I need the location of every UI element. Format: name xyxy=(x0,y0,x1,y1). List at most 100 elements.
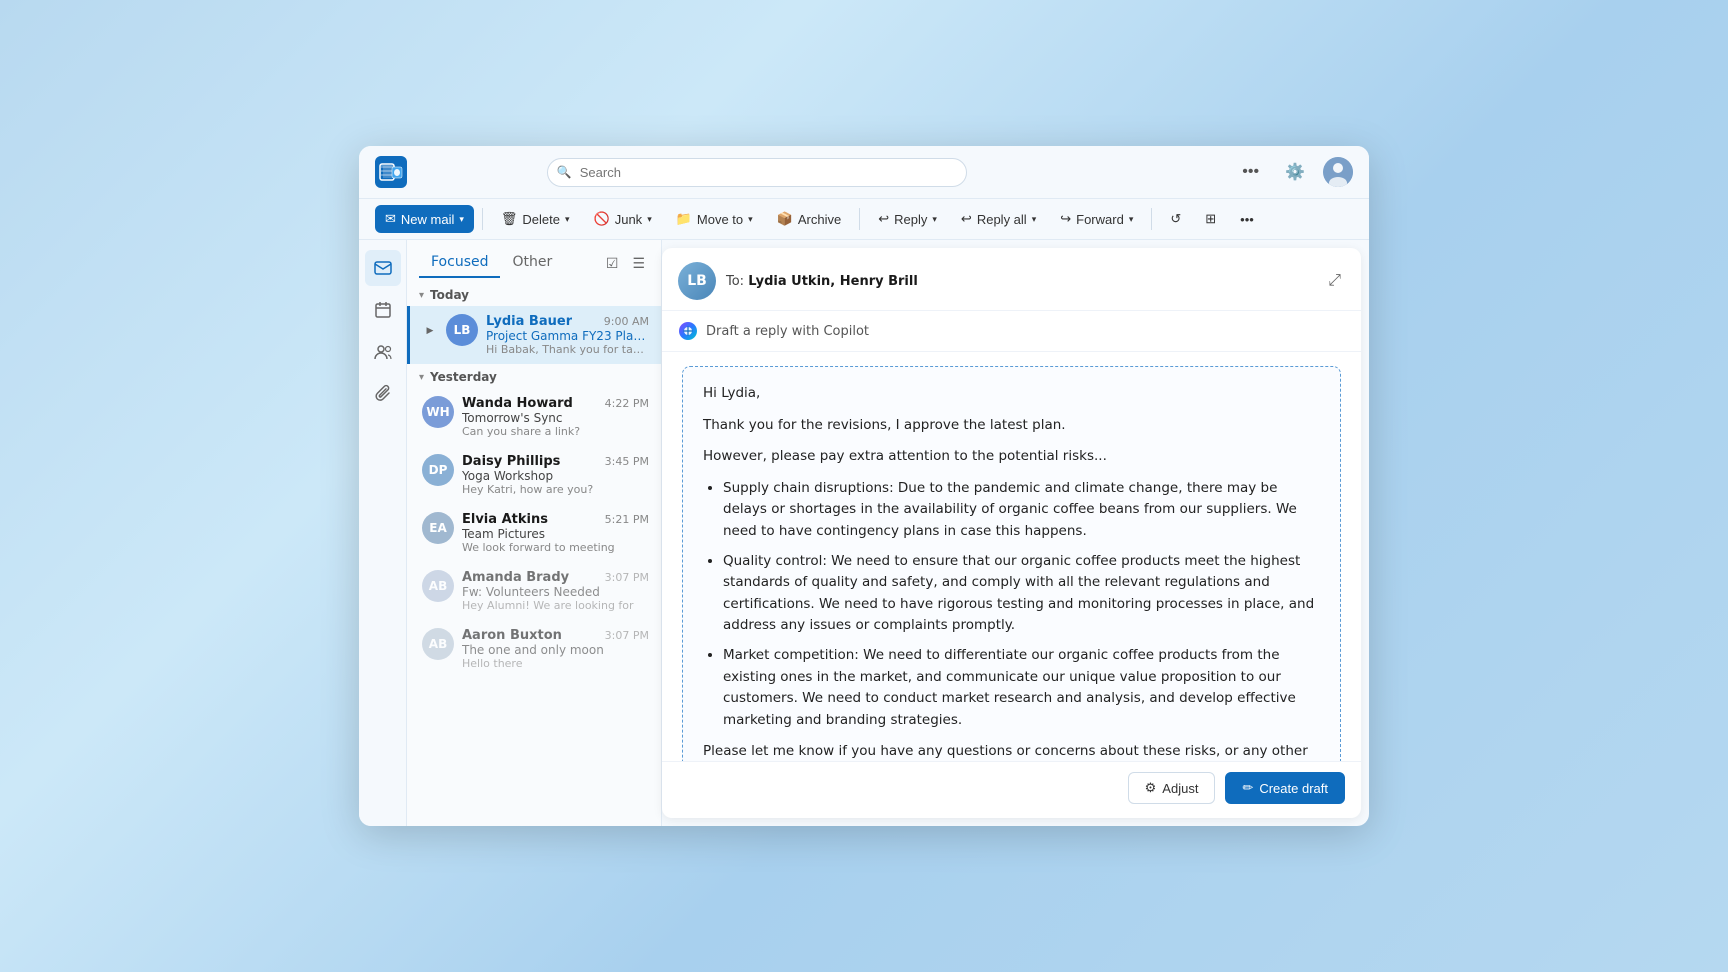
junk-icon: 🚫 xyxy=(594,211,610,227)
draft-box[interactable]: Hi Lydia, Thank you for the revisions, I… xyxy=(682,366,1341,761)
tab-other[interactable]: Other xyxy=(500,248,564,278)
junk-button[interactable]: 🚫 Junk ▾ xyxy=(584,205,662,233)
email-item-aaron-buxton[interactable]: AB Aaron Buxton 3:07 PM The one and only… xyxy=(407,620,661,678)
email-sender: Amanda Brady xyxy=(462,570,569,585)
search-input[interactable] xyxy=(547,158,967,187)
settings-button[interactable]: ⚙️ xyxy=(1277,158,1313,186)
email-body-wanda: Wanda Howard 4:22 PM Tomorrow's Sync Can… xyxy=(462,396,649,438)
delete-icon: 🗑 xyxy=(501,211,518,227)
email-sender-row: Lydia Bauer 9:00 AM xyxy=(486,314,649,329)
email-preview: Can you share a link? xyxy=(462,425,649,438)
draft-risks-list: Supply chain disruptions: Due to the pan… xyxy=(703,478,1320,732)
app-window: 🔍 ••• ⚙️ ✉ New mail ▾ 🗑 Delete xyxy=(359,146,1369,826)
search-bar: 🔍 xyxy=(547,158,967,187)
draft-area: Hi Lydia, Thank you for the revisions, I… xyxy=(662,352,1361,761)
grid-button[interactable]: ⊞ xyxy=(1195,205,1226,233)
email-sender: Aaron Buxton xyxy=(462,628,562,643)
email-subject: Team Pictures xyxy=(462,527,649,541)
email-body-aaron: Aaron Buxton 3:07 PM The one and only mo… xyxy=(462,628,649,670)
filter-button[interactable]: ☰ xyxy=(628,251,649,276)
move-icon: 📁 xyxy=(676,211,692,227)
search-icon: 🔍 xyxy=(557,165,572,179)
delete-button[interactable]: 🗑 Delete ▾ xyxy=(491,205,580,233)
nav-icon-mail[interactable] xyxy=(365,250,401,286)
sender-avatar-amanda: AB xyxy=(422,570,454,602)
copilot-label: Draft a reply with Copilot xyxy=(706,324,869,339)
expand-thread-button[interactable]: ▶ xyxy=(422,322,438,338)
sender-avatar-aaron: AB xyxy=(422,628,454,660)
email-item-daisy-phillips[interactable]: DP Daisy Phillips 3:45 PM Yoga Workshop … xyxy=(407,446,661,504)
nav-icon-attachments[interactable] xyxy=(365,376,401,412)
chevron-down-icon: ▾ xyxy=(932,214,937,225)
avatar[interactable] xyxy=(1323,157,1353,187)
reading-pane: LB To: Lydia Utkin, Henry Brill ⤢ xyxy=(662,248,1361,818)
move-to-button[interactable]: 📁 Move to ▾ xyxy=(666,205,763,233)
forward-button[interactable]: ↪ Forward ▾ xyxy=(1050,205,1143,233)
email-subject: The one and only moon xyxy=(462,643,649,657)
sender-avatar-elvia: EA xyxy=(422,512,454,544)
chevron-down-icon: ▾ xyxy=(459,214,464,225)
email-subject: Tomorrow's Sync xyxy=(462,411,649,425)
email-item-wanda-howard[interactable]: WH Wanda Howard 4:22 PM Tomorrow's Sync … xyxy=(407,388,661,446)
email-item-amanda-brady[interactable]: AB Amanda Brady 3:07 PM Fw: Volunteers N… xyxy=(407,562,661,620)
email-sender: Elvia Atkins xyxy=(462,512,548,527)
nav-icon-calendar[interactable] xyxy=(365,292,401,328)
draft-risk-1: Supply chain disruptions: Due to the pan… xyxy=(723,478,1320,543)
outlook-logo xyxy=(375,156,407,188)
email-body-elvia: Elvia Atkins 5:21 PM Team Pictures We lo… xyxy=(462,512,649,554)
email-sender: Daisy Phillips xyxy=(462,454,560,469)
more-options-button[interactable]: ••• xyxy=(1234,159,1267,185)
draft-intro: Thank you for the revisions, I approve t… xyxy=(703,415,1320,437)
top-bar-right: ••• ⚙️ xyxy=(1234,157,1353,187)
draft-risk-3: Market competition: We need to different… xyxy=(723,645,1320,731)
email-preview: Hey Alumni! We are looking for xyxy=(462,599,649,612)
email-item-lydia-bauer[interactable]: ▶ LB Lydia Bauer 9:00 AM Project Gamma F… xyxy=(407,306,661,364)
tab-focused[interactable]: Focused xyxy=(419,248,500,278)
create-draft-icon: ✏ xyxy=(1242,780,1253,796)
today-section-label: ▾ Today xyxy=(407,282,661,306)
email-time: 3:07 PM xyxy=(605,571,649,584)
more-toolbar-button[interactable]: ••• xyxy=(1230,206,1264,233)
reply-all-button[interactable]: ↩ Reply all ▾ xyxy=(951,205,1046,233)
undo-button[interactable]: ↺ xyxy=(1160,205,1191,233)
sender-avatar-lydia: LB xyxy=(446,314,478,346)
sender-avatar-wanda: WH xyxy=(422,396,454,428)
sender-avatar-daisy: DP xyxy=(422,454,454,486)
chevron-down-icon: ▾ xyxy=(565,214,570,225)
create-draft-button[interactable]: ✏ Create draft xyxy=(1225,772,1345,804)
draft-greeting: Hi Lydia, xyxy=(703,383,1320,405)
email-item-elvia-atkins[interactable]: EA Elvia Atkins 5:21 PM Team Pictures We… xyxy=(407,504,661,562)
mark-read-button[interactable]: ☑ xyxy=(602,251,623,276)
email-preview: Hey Katri, how are you? xyxy=(462,483,649,496)
email-preview: We look forward to meeting xyxy=(462,541,649,554)
chevron-down-icon: ▾ xyxy=(647,214,652,225)
email-preview: Hi Babak, Thank you for taking the xyxy=(486,343,649,356)
chevron-down-icon: ▾ xyxy=(419,372,424,383)
email-body-daisy: Daisy Phillips 3:45 PM Yoga Workshop Hey… xyxy=(462,454,649,496)
mail-icon: ✉ xyxy=(385,211,396,227)
top-bar: 🔍 ••• ⚙️ xyxy=(359,146,1369,199)
copilot-bar: Draft a reply with Copilot xyxy=(662,311,1361,352)
chevron-down-icon: ▾ xyxy=(1129,214,1134,225)
reply-icon: ↩ xyxy=(878,211,889,227)
toolbar-separator xyxy=(859,208,860,230)
copilot-icon xyxy=(678,321,698,341)
nav-icon-people[interactable] xyxy=(365,334,401,370)
email-time: 3:07 PM xyxy=(605,629,649,642)
reading-sender-avatar: LB xyxy=(678,262,716,300)
archive-button[interactable]: 📦 Archive xyxy=(767,205,852,233)
expand-reading-button[interactable]: ⤢ xyxy=(1324,268,1345,294)
draft-closing: Please let me know if you have any quest… xyxy=(703,741,1320,761)
adjust-button[interactable]: ⚙ Adjust xyxy=(1128,772,1216,804)
reading-to: To: Lydia Utkin, Henry Brill xyxy=(726,274,1314,289)
toolbar-separator xyxy=(482,208,483,230)
email-subject: Project Gamma FY23 Planni xyxy=(486,329,649,343)
email-body-amanda: Amanda Brady 3:07 PM Fw: Volunteers Need… xyxy=(462,570,649,612)
reply-button[interactable]: ↩ Reply ▾ xyxy=(868,205,947,233)
toolbar: ✉ New mail ▾ 🗑 Delete ▾ 🚫 Junk ▾ 📁 Move … xyxy=(359,199,1369,240)
draft-risk-2: Quality control: We need to ensure that … xyxy=(723,551,1320,637)
new-mail-button[interactable]: ✉ New mail ▾ xyxy=(375,205,474,233)
reply-all-icon: ↩ xyxy=(961,211,972,227)
chevron-down-icon: ▾ xyxy=(419,290,424,301)
adjust-icon: ⚙ xyxy=(1145,780,1157,796)
